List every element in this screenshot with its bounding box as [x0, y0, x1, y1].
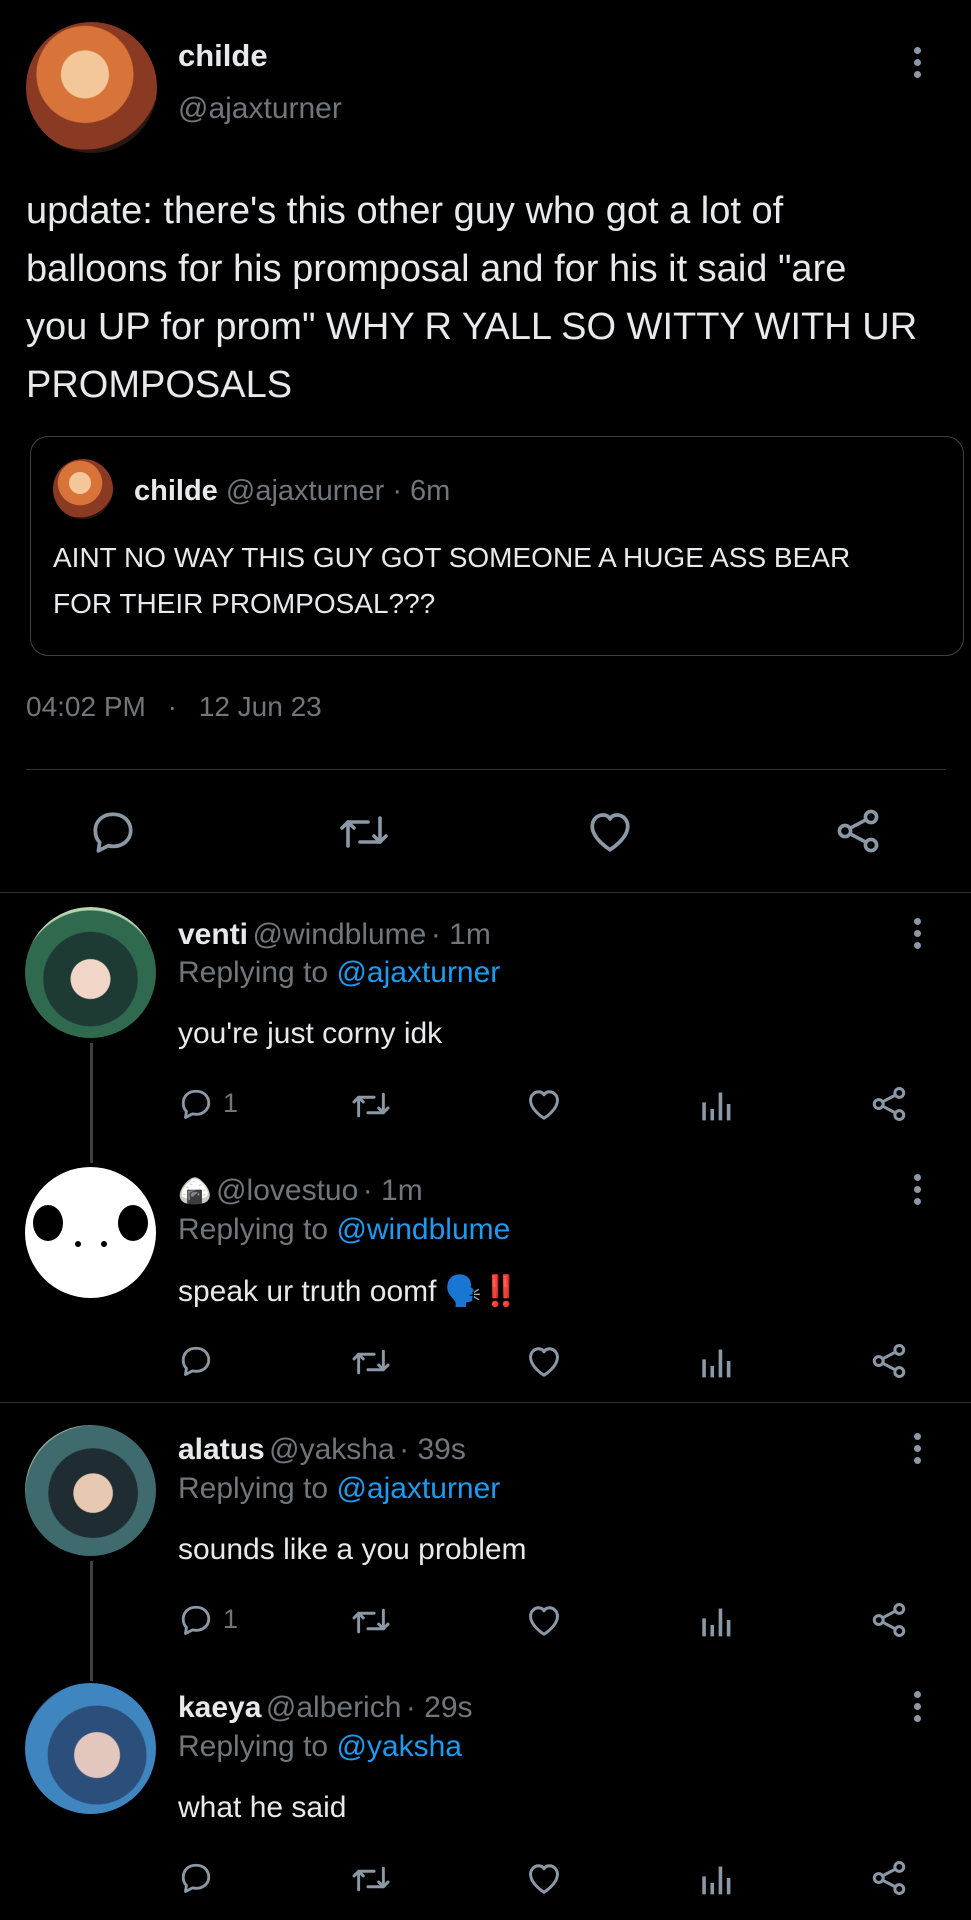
- share-icon[interactable]: [834, 806, 882, 856]
- thread-line: [90, 1043, 93, 1163]
- like-icon[interactable]: [585, 807, 635, 855]
- reply-time: · 39s: [399, 1433, 466, 1466]
- timestamp: 04:02 PM · 12 Jun 23: [26, 691, 322, 723]
- share-icon[interactable]: [870, 1085, 908, 1123]
- quoted-text: AINT NO WAY THIS GUY GOT SOMEONE A HUGE …: [53, 535, 850, 627]
- reply-text: speak ur truth oomf 🗣️‼️: [178, 1275, 520, 1308]
- avatar: [53, 459, 113, 519]
- analytics-icon[interactable]: [700, 1602, 734, 1638]
- avatar[interactable]: [25, 1167, 156, 1298]
- retweet-icon[interactable]: [338, 809, 390, 855]
- avatar[interactable]: [26, 22, 157, 153]
- like-icon[interactable]: [525, 1602, 563, 1638]
- analytics-icon[interactable]: [700, 1086, 734, 1122]
- analytics-icon[interactable]: [700, 1860, 734, 1896]
- author-handle[interactable]: @windblume: [252, 918, 426, 951]
- more-options-icon[interactable]: [912, 47, 922, 78]
- reply-header: alatus @yaksha · 39s: [178, 1433, 466, 1467]
- quoted-author-line: childe @ajaxturner · 6m: [134, 475, 450, 508]
- tweet-text: update: there's this other guy who got a…: [26, 182, 956, 414]
- tweet-date: 12 Jun 23: [198, 691, 322, 722]
- reply-icon[interactable]: [178, 1343, 214, 1379]
- quoted-tweet[interactable]: childe @ajaxturner · 6m AINT NO WAY THIS…: [30, 436, 964, 656]
- author-handle[interactable]: @yaksha: [269, 1433, 395, 1466]
- retweet-icon[interactable]: [350, 1088, 392, 1122]
- divider: [0, 1402, 971, 1403]
- avatar-eye: [101, 1241, 107, 1247]
- mention-link[interactable]: @ajaxturner: [336, 1472, 500, 1505]
- author-handle[interactable]: @alberich: [266, 1691, 402, 1724]
- quoted-text-line: FOR THEIR PROMPOSAL???: [53, 588, 436, 619]
- replying-to-label: Replying to: [178, 1472, 329, 1505]
- replying-to: Replying to @ajaxturner: [178, 1472, 500, 1506]
- like-icon[interactable]: [525, 1343, 563, 1379]
- reply-header: 🍙 @lovestuo · 1m: [178, 1174, 423, 1208]
- thread-line: [90, 1561, 93, 1681]
- quoted-author-name: childe: [134, 475, 218, 507]
- retweet-icon[interactable]: [350, 1345, 392, 1379]
- retweet-icon[interactable]: [350, 1862, 392, 1896]
- reply-text: what he said: [178, 1791, 347, 1824]
- replying-to-label: Replying to: [178, 1213, 329, 1246]
- mention-link[interactable]: @windblume: [336, 1213, 510, 1246]
- more-options-icon[interactable]: [912, 1691, 922, 1722]
- tweet-text-line: update: there's this other guy who got a…: [26, 190, 784, 232]
- tweet-time: 04:02 PM: [26, 691, 146, 722]
- reply-icon[interactable]: [178, 1602, 214, 1638]
- replying-to: Replying to @yaksha: [178, 1730, 462, 1764]
- more-options-icon[interactable]: [912, 1174, 922, 1205]
- reply-count: 1: [223, 1088, 239, 1118]
- timestamp-separator: ·: [167, 691, 177, 722]
- author-handle[interactable]: @lovestuo: [216, 1174, 358, 1207]
- reply-header: kaeya @alberich · 29s: [178, 1691, 473, 1725]
- more-options-icon[interactable]: [912, 1433, 922, 1464]
- quoted-author-handle: @ajaxturner: [225, 475, 385, 507]
- reply-icon[interactable]: [178, 1860, 214, 1896]
- replying-to-label: Replying to: [178, 1730, 329, 1763]
- author-handle[interactable]: @ajaxturner: [178, 92, 342, 126]
- reply-time: · 1m: [430, 918, 491, 951]
- divider: [26, 769, 946, 770]
- replying-to: Replying to @windblume: [178, 1213, 510, 1247]
- reply-time: · 1m: [362, 1174, 423, 1207]
- tweet-text-line: you UP for prom" WHY R YALL SO WITTY WIT…: [26, 306, 918, 348]
- author-name[interactable]: alatus: [178, 1433, 265, 1466]
- tweet-text-line: PROMPOSALS: [26, 364, 293, 406]
- reply-icon[interactable]: [88, 807, 138, 857]
- mention-link[interactable]: @ajaxturner: [336, 956, 500, 989]
- quoted-time: · 6m: [392, 475, 451, 507]
- author-name[interactable]: childe: [178, 38, 268, 74]
- share-icon[interactable]: [870, 1859, 908, 1897]
- reply-text: you're just corny idk: [178, 1017, 443, 1050]
- avatar-eye: [75, 1241, 81, 1247]
- divider: [0, 892, 971, 893]
- retweet-icon[interactable]: [350, 1604, 392, 1638]
- avatar[interactable]: [25, 1683, 156, 1814]
- avatar-ear: [118, 1205, 148, 1241]
- share-icon[interactable]: [870, 1342, 908, 1380]
- tweet-text-line: balloons for his promposal and for his i…: [26, 248, 847, 290]
- more-options-icon[interactable]: [912, 918, 922, 949]
- quoted-text-line: AINT NO WAY THIS GUY GOT SOMEONE A HUGE …: [53, 542, 851, 573]
- author-name[interactable]: 🍙: [178, 1176, 212, 1206]
- mention-link[interactable]: @yaksha: [336, 1730, 462, 1763]
- author-name[interactable]: venti: [178, 918, 248, 951]
- reply-time: · 29s: [405, 1691, 473, 1724]
- avatar[interactable]: [25, 1425, 156, 1556]
- author-name[interactable]: kaeya: [178, 1691, 261, 1724]
- avatar[interactable]: [25, 907, 156, 1038]
- reply-count: 1: [223, 1604, 239, 1634]
- reply-text: sounds like a you problem: [178, 1533, 527, 1566]
- avatar-ear: [33, 1205, 63, 1241]
- like-icon[interactable]: [525, 1860, 563, 1896]
- analytics-icon[interactable]: [700, 1343, 734, 1379]
- replying-to-label: Replying to: [178, 956, 329, 989]
- reply-icon[interactable]: [178, 1086, 214, 1122]
- reply-header: venti @windblume · 1m: [178, 918, 491, 952]
- replying-to: Replying to @ajaxturner: [178, 956, 500, 990]
- share-icon[interactable]: [870, 1601, 908, 1639]
- like-icon[interactable]: [525, 1086, 563, 1122]
